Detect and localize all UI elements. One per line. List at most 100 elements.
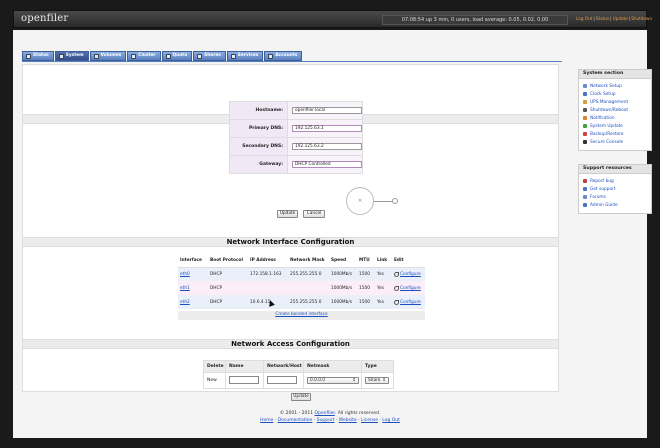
- access-update-button[interactable]: Update: [291, 393, 311, 401]
- drag-endpoint-icon: [392, 198, 398, 204]
- drag-handle[interactable]: ✕: [346, 187, 374, 215]
- uptime-status: 07:08:54 up 3 min, 0 users, load average…: [382, 15, 568, 25]
- openfiler-link[interactable]: Openfiler: [315, 411, 335, 416]
- access-network-input[interactable]: [267, 375, 297, 384]
- footer-license-link[interactable]: License: [361, 418, 378, 423]
- sidebar-item-notification[interactable]: Notification: [583, 114, 651, 122]
- interface-link[interactable]: eth1: [180, 286, 190, 291]
- sidebar-item-ups-management[interactable]: UPS Management: [583, 98, 651, 106]
- col-edit: Edit: [392, 255, 425, 268]
- boot-protocol: DHCP: [208, 281, 248, 295]
- footer-home-link[interactable]: Home: [260, 418, 273, 423]
- tab-cluster[interactable]: Cluster: [127, 51, 161, 61]
- col-link: Link: [375, 255, 392, 268]
- accounts-icon: [268, 53, 274, 59]
- interface-link[interactable]: eth2: [180, 300, 190, 305]
- tab-label: Cluster: [138, 53, 156, 58]
- sidebar-item-clock-setup[interactable]: Clock Setup: [583, 90, 651, 98]
- primary-dns-label: Primary DNS:: [229, 119, 288, 138]
- chevron-down-icon: ⇕: [382, 378, 386, 383]
- mtu: 1500: [357, 295, 375, 309]
- configure-label: Configure: [400, 299, 421, 305]
- shares-icon: [197, 53, 203, 59]
- configure-label: Configure: [400, 271, 421, 277]
- tab-label: System: [65, 53, 84, 58]
- update-link[interactable]: Update: [613, 16, 628, 21]
- footer-support-link[interactable]: Support: [317, 418, 335, 423]
- col-type: Type: [361, 360, 394, 373]
- gateway-label: Gateway:: [229, 155, 288, 174]
- ip-address: [248, 281, 288, 295]
- configure-link[interactable]: Configure: [394, 299, 425, 305]
- sidebar-item-report-bug[interactable]: Report bug: [583, 177, 651, 185]
- netmask-select[interactable]: 0.0.0.0 ⇕: [307, 377, 359, 384]
- tab-quota[interactable]: Quota: [161, 51, 193, 61]
- col-boot-protocol: Boot Protocol: [208, 255, 248, 268]
- boot-protocol: DHCP: [208, 267, 248, 281]
- footer-website-link[interactable]: Website: [339, 418, 357, 423]
- col-speed: Speed: [329, 255, 357, 268]
- sidebar-item-label: Admin Guide: [590, 202, 618, 208]
- speed: 1000Mb/s: [329, 281, 357, 295]
- tab-shares[interactable]: Shares: [193, 51, 226, 61]
- sidebar-item-system-update[interactable]: System Update: [583, 122, 651, 130]
- sidebar-item-forums[interactable]: Forums: [583, 193, 651, 201]
- services-icon: [230, 53, 236, 59]
- sidebar-item-get-support[interactable]: Get support: [583, 185, 651, 193]
- sidebar-item-label: Report bug: [590, 178, 614, 184]
- main-tabs: Status System Volumes Cluster Quota Shar…: [22, 51, 303, 61]
- secondary-dns-input[interactable]: 192.125.63.2: [292, 143, 362, 150]
- chevron-down-icon: ⇕: [352, 378, 356, 383]
- update-icon: [583, 124, 587, 128]
- status-link[interactable]: Status: [596, 16, 609, 21]
- type-select[interactable]: Share ⇕: [365, 377, 389, 384]
- configure-link[interactable]: Configure: [394, 285, 425, 291]
- link-status: Yes: [375, 295, 392, 309]
- primary-dns-input[interactable]: 192.125.63.1: [292, 125, 362, 132]
- hostname-input[interactable]: openfiler.local: [292, 107, 362, 114]
- access-table-header: Delete Name Network/Host Netmask Type: [203, 360, 394, 373]
- sidebar-item-admin-guide[interactable]: Admin Guide: [583, 201, 651, 209]
- tab-services[interactable]: Services: [226, 51, 264, 61]
- drag-connector: [374, 201, 394, 202]
- hostname-label: Hostname:: [229, 101, 288, 120]
- tab-accounts[interactable]: Accounts: [264, 51, 303, 61]
- tab-system[interactable]: System: [54, 51, 89, 61]
- tab-label: Services: [237, 53, 259, 58]
- sidebar-item-label: System Update: [590, 123, 623, 129]
- logout-link[interactable]: Log Out: [576, 16, 592, 21]
- network-update-button[interactable]: Update: [277, 210, 298, 218]
- status-icon: [26, 53, 31, 59]
- main-panel: Network Configuration Hostname: openfile…: [22, 64, 559, 401]
- col-delete: Delete: [203, 360, 226, 373]
- create-bonded-link[interactable]: Create bonded interface: [275, 312, 327, 317]
- network-cancel-button[interactable]: Cancel: [303, 210, 325, 218]
- footer-logout-link[interactable]: Log Out: [382, 418, 400, 423]
- gateway-input[interactable]: DHCP Controlled: [292, 161, 362, 168]
- sidebar-item-backup-restore[interactable]: Backup/Restore: [583, 130, 651, 138]
- tab-volumes[interactable]: Volumes: [89, 51, 127, 61]
- tab-divider: [22, 61, 562, 62]
- sidebar-item-shutdown-reboot[interactable]: Shutdown/Reboot: [583, 106, 651, 114]
- page-footer: © 2001 - 2011 Openfiler. All rights rese…: [13, 410, 647, 424]
- tab-label: Status: [33, 53, 49, 58]
- type-value: Share: [368, 378, 381, 383]
- tab-status[interactable]: Status: [22, 51, 54, 61]
- sidebar-item-secure-console[interactable]: Secure Console: [583, 138, 651, 146]
- tab-label: Quota: [172, 53, 188, 58]
- bell-icon: [583, 116, 587, 120]
- sidebar-item-label: Backup/Restore: [590, 131, 624, 137]
- volumes-icon: [93, 53, 99, 59]
- interface-config-title: Network Interface Configuration: [23, 237, 558, 247]
- link-status: Yes: [375, 267, 392, 281]
- interface-link[interactable]: eth0: [180, 272, 190, 277]
- configure-link[interactable]: Configure: [394, 271, 425, 277]
- sidebar-item-label: Secure Console: [590, 139, 624, 145]
- rights-text: . All rights reserved.: [334, 411, 381, 416]
- support-resources-title: Support resources: [579, 165, 651, 174]
- app-logo: openfiler: [21, 13, 69, 24]
- footer-documentation-link[interactable]: Documentation: [278, 418, 313, 423]
- access-name-input[interactable]: [229, 375, 259, 384]
- shutdown-link[interactable]: Shutdown: [631, 16, 652, 21]
- sidebar-item-network-setup[interactable]: Network Setup: [583, 82, 651, 90]
